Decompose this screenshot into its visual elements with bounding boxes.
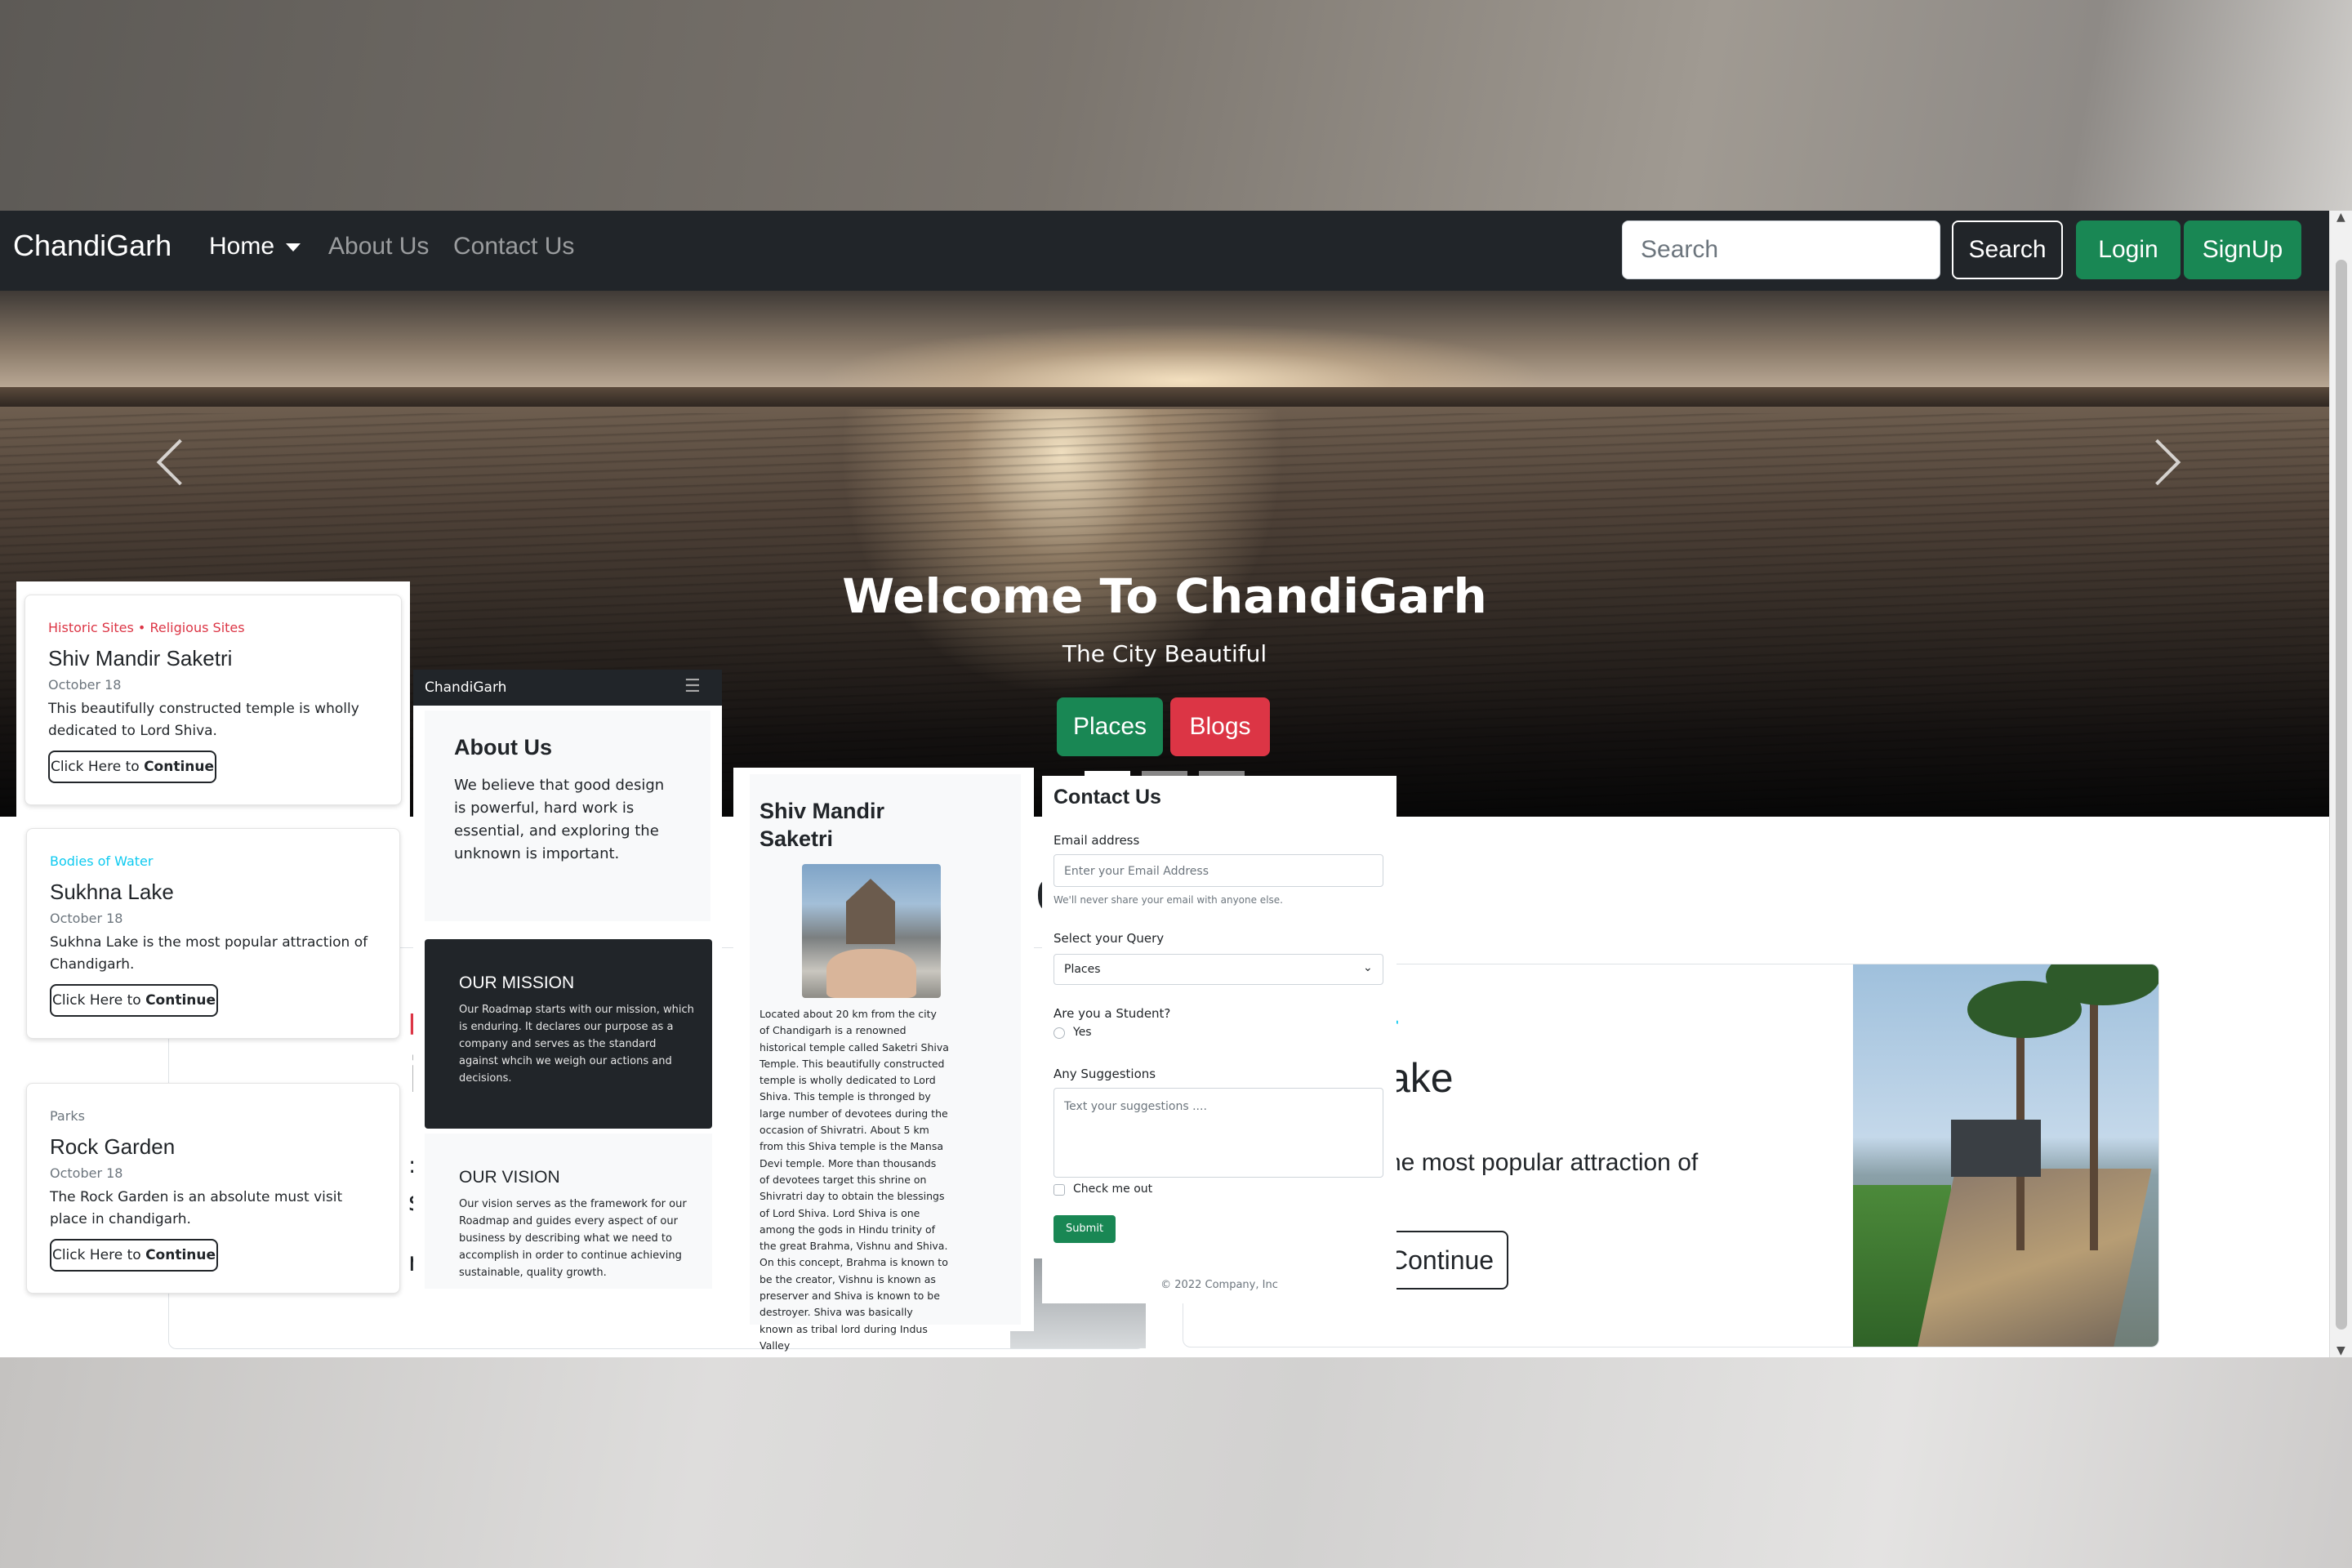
nav-home-dropdown[interactable]: Home xyxy=(209,233,301,261)
query-select[interactable]: Places ⌄ xyxy=(1054,954,1383,985)
hamburger-icon[interactable]: ☰ xyxy=(684,676,701,697)
place-card-date: October 18 xyxy=(50,1165,123,1181)
email-field[interactable]: Enter your Email Address xyxy=(1054,854,1383,887)
sukhna-lake-photo xyxy=(1853,964,2158,1347)
place-card-date: October 18 xyxy=(48,677,122,693)
scrollbar-thumb[interactable] xyxy=(2336,260,2347,1330)
button-prefix: Click Here to xyxy=(51,992,146,1009)
suggestions-label: Any Suggestions xyxy=(1054,1067,1156,1081)
place-card-category: Historic Sites • Religious Sites xyxy=(48,620,245,635)
places-button[interactable]: Places xyxy=(1057,697,1163,756)
temple-shape xyxy=(846,879,895,944)
student-yes-label: Yes xyxy=(1073,1026,1092,1039)
place-card-title: Sukhna Lake xyxy=(50,880,174,904)
shiv-detail-panel: Shiv Mandir Saketri Located about 20 km … xyxy=(750,774,1021,1352)
place-card-shiv-mandir: Historic Sites • Religious Sites Shiv Ma… xyxy=(24,595,402,805)
place-card-category: Bodies of Water xyxy=(50,853,154,869)
mobile-brand[interactable]: ChandiGarh xyxy=(425,679,506,696)
about-section: About Us We believe that good design is … xyxy=(425,710,710,921)
about-mobile-screenshot: ChandiGarh ☰ About Us We believe that go… xyxy=(413,670,722,1289)
email-placeholder: Enter your Email Address xyxy=(1064,865,1209,878)
email-help-text: We'll never share your email with anyone… xyxy=(1054,894,1283,906)
check-me-out-label: Check me out xyxy=(1073,1183,1153,1196)
place-card-title: Rock Garden xyxy=(50,1134,176,1159)
about-text: We believe that good design is powerful,… xyxy=(454,777,665,862)
email-label: Email address xyxy=(1054,833,1140,848)
suggestions-placeholder: Text your suggestions .... xyxy=(1064,1100,1207,1113)
query-selected-value: Places xyxy=(1064,963,1101,976)
submit-button[interactable]: Submit xyxy=(1054,1215,1116,1243)
hand-shape xyxy=(826,949,916,998)
chevron-down-icon: ⌄ xyxy=(1363,961,1373,974)
place-card-rock-garden: Parks Rock Garden October 18 The Rock Ga… xyxy=(26,1083,400,1294)
mission-section: OUR MISSION Our Roadmap starts with our … xyxy=(425,939,712,1129)
scroll-up-icon[interactable]: ▲ xyxy=(2336,211,2345,224)
photo-building xyxy=(1951,1120,2041,1177)
card-text: he most popular attraction of xyxy=(1388,1149,1699,1176)
place-card-date: October 18 xyxy=(50,911,123,926)
desktop-backdrop-top xyxy=(0,0,2352,211)
shiv-detail-text: Located about 20 km from the city of Cha… xyxy=(760,1008,949,1352)
check-me-out-checkbox[interactable] xyxy=(1054,1184,1065,1196)
mission-text: Our Roadmap starts with our mission, whi… xyxy=(459,1004,694,1085)
navbar-brand[interactable]: ChandiGarh xyxy=(13,229,172,263)
button-bold: Continue xyxy=(145,1247,216,1263)
photo-path xyxy=(1913,1169,2152,1347)
button-bold: Continue xyxy=(144,759,215,775)
place-card-description: Sukhna Lake is the most popular attracti… xyxy=(50,934,368,973)
login-button[interactable]: Login xyxy=(2076,220,2180,279)
contact-form-screenshot: Contact Us Email address Enter your Emai… xyxy=(1042,776,1396,1303)
shiv-detail-screenshot: Shiv Mandir Saketri Located about 20 km … xyxy=(733,768,1034,1352)
vision-section: OUR VISION Our vision serves as the fram… xyxy=(425,1134,712,1289)
vision-title: OUR VISION xyxy=(459,1168,560,1187)
button-prefix: Click Here to xyxy=(50,759,145,775)
query-label: Select your Query xyxy=(1054,931,1165,946)
button-bold: Continue xyxy=(145,992,216,1009)
blogs-button[interactable]: Blogs xyxy=(1170,697,1270,756)
place-card-description: The Rock Garden is an absolute must visi… xyxy=(50,1189,343,1227)
nav-home-label: Home xyxy=(209,233,275,260)
shiv-detail-title: Shiv Mandir Saketri xyxy=(760,799,885,851)
signup-button[interactable]: SignUp xyxy=(2184,220,2301,279)
desktop-backdrop-bottom xyxy=(0,1357,2352,1568)
place-card-continue-button[interactable]: Click Here to Continue xyxy=(50,1239,218,1272)
about-title: About Us xyxy=(454,735,552,760)
page-scrollbar[interactable]: ▲ ▼ xyxy=(2329,211,2352,1357)
mission-title: OUR MISSION xyxy=(459,973,575,992)
navbar: ChandiGarh Home About Us Contact Us Sear… xyxy=(0,211,2329,291)
footer-copyright: © 2022 Company, Inc xyxy=(1160,1279,1278,1291)
place-card-continue-button[interactable]: Click Here to Continue xyxy=(48,751,216,783)
place-card-continue-button[interactable]: Click Here to Continue xyxy=(50,984,218,1017)
palm-trunk-2 xyxy=(2090,973,2098,1250)
place-card-description: This beautifully constructed temple is w… xyxy=(48,701,359,739)
search-button[interactable]: Search xyxy=(1952,220,2063,279)
place-card-sukhna-lake: Bodies of Water Sukhna Lake October 18 S… xyxy=(26,828,400,1039)
vision-text: Our vision serves as the framework for o… xyxy=(459,1198,687,1279)
card-title: ake xyxy=(1388,1055,1454,1101)
nav-contact-link[interactable]: Contact Us xyxy=(453,233,574,261)
student-yes-radio[interactable] xyxy=(1054,1027,1065,1039)
caret-down-icon xyxy=(286,243,301,252)
nav-about-link[interactable]: About Us xyxy=(328,233,429,261)
horizon-line xyxy=(0,387,2329,408)
contact-title: Contact Us xyxy=(1054,786,1161,808)
mobile-navbar: ChandiGarh ☰ xyxy=(413,670,722,706)
shiv-temple-photo xyxy=(802,864,941,998)
place-card-title: Shiv Mandir Saketri xyxy=(48,646,233,670)
suggestions-textarea[interactable]: Text your suggestions .... xyxy=(1054,1088,1383,1178)
search-input[interactable]: Search xyxy=(1622,220,1940,279)
place-card-category: Parks xyxy=(50,1108,85,1124)
student-label: Are you a Student? xyxy=(1054,1006,1171,1021)
scroll-down-icon[interactable]: ▼ xyxy=(2336,1344,2345,1357)
button-prefix: Click Here to xyxy=(51,1247,146,1263)
